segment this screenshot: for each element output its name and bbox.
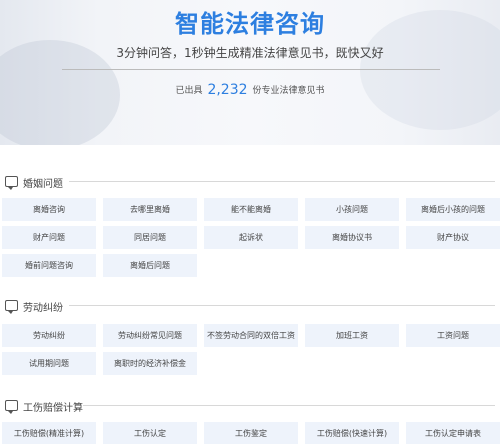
topic-button[interactable]: 工伤认定申请表 [406,422,500,444]
divider [62,69,440,70]
hero-banner: 智能法律咨询 3分钟问答，1秒钟生成精准法律意见书，既快又好 已出具 2,232 份… [0,0,500,145]
topic-button[interactable]: 财产协议 [406,226,500,249]
topic-button[interactable]: 小孩问题 [305,198,399,221]
topic-button[interactable]: 劳动纠纷 [2,324,96,347]
section-header-labor: 劳动纠纷 [5,299,495,315]
topic-button[interactable]: 工资问题 [406,324,500,347]
topic-button[interactable]: 离婚协议书 [305,226,399,249]
topic-button[interactable]: 财产问题 [2,226,96,249]
section-header-marriage: 婚姻问题 [5,175,495,191]
topic-button[interactable]: 起诉状 [204,226,298,249]
topic-button[interactable]: 能不能离婚 [204,198,298,221]
section-title: 劳动纠纷 [23,303,63,314]
topic-button[interactable]: 不签劳动合同的双倍工资 [204,324,298,347]
topic-button[interactable]: 婚前问题咨询 [2,254,96,277]
chat-bubble-icon [5,176,18,190]
section-header-injury: 工伤赔偿计算 [5,399,495,415]
count-suffix: 份专业法律意见书 [252,86,325,96]
topic-button[interactable]: 劳动纠纷常见问题 [103,324,197,347]
chat-bubble-icon [5,400,18,414]
topic-button[interactable]: 离婚咨询 [2,198,96,221]
topic-button[interactable]: 离职时的经济补偿金 [103,352,197,375]
section-divider [69,305,495,306]
page-title: 智能法律咨询 [175,10,325,38]
opinion-count: 已出具 2,232 份专业法律意见书 [0,82,500,98]
count-value: 2,232 [207,82,248,98]
count-prefix: 已出具 [175,86,203,96]
topic-button[interactable]: 工伤赔偿(精准计算) [2,422,96,444]
section-divider [83,405,495,406]
topic-button[interactable]: 去哪里离婚 [103,198,197,221]
topic-button[interactable]: 工伤赔偿(快速计算) [305,422,399,444]
topic-button[interactable]: 试用期问题 [2,352,96,375]
hero-subtitle: 3分钟问答，1秒钟生成精准法律意见书，既快又好 [116,46,384,60]
section-title: 工伤赔偿计算 [23,403,83,414]
section-divider [69,181,495,182]
topic-button[interactable]: 离婚后小孩的问题 [406,198,500,221]
chat-bubble-icon [5,300,18,314]
topic-button[interactable]: 加班工资 [305,324,399,347]
topic-button[interactable]: 同居问题 [103,226,197,249]
topic-button[interactable]: 工伤鉴定 [204,422,298,444]
topic-button[interactable]: 工伤认定 [103,422,197,444]
section-title: 婚姻问题 [23,179,63,190]
topic-button[interactable]: 离婚后问题 [103,254,197,277]
